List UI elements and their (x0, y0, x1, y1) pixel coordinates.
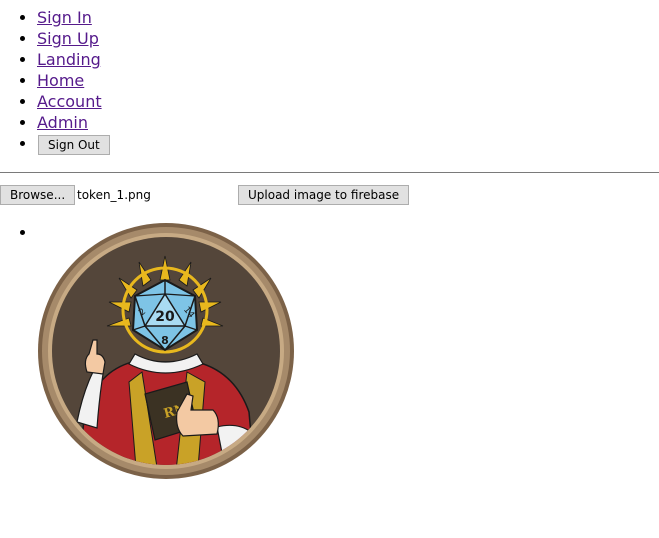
main-nav: Sign In Sign Up Landing Home Account Adm… (0, 7, 110, 157)
nav-item-home: Home (37, 70, 110, 91)
sign-out-button[interactable]: Sign Out (38, 135, 110, 155)
account-link[interactable]: Account (37, 92, 102, 111)
nav-item-admin: Admin (37, 112, 110, 133)
image-list-item: RN (37, 222, 295, 480)
nav-item-sign-in: Sign In (37, 7, 110, 28)
image-list: RN (0, 222, 295, 480)
browse-button[interactable]: Browse... (0, 185, 76, 205)
sign-up-link[interactable]: Sign Up (37, 29, 99, 48)
sign-in-link[interactable]: Sign In (37, 8, 92, 27)
admin-link[interactable]: Admin (37, 113, 88, 132)
landing-link[interactable]: Landing (37, 50, 101, 69)
nav-item-landing: Landing (37, 49, 110, 70)
upload-button[interactable]: Upload image to firebase (238, 185, 410, 205)
nav-item-sign-up: Sign Up (37, 28, 110, 49)
upload-form: Browse... token_1.png Upload image to fi… (0, 185, 659, 207)
nav-item-account: Account (37, 91, 110, 112)
nav-item-sign-out: Sign Out (37, 133, 110, 157)
home-link[interactable]: Home (37, 71, 84, 90)
token-image: RN (38, 223, 294, 479)
selected-file-name: token_1.png (77, 188, 151, 202)
die-top-number: 20 (155, 309, 175, 325)
divider (0, 172, 659, 173)
die-bottom-number: 8 (161, 334, 169, 347)
